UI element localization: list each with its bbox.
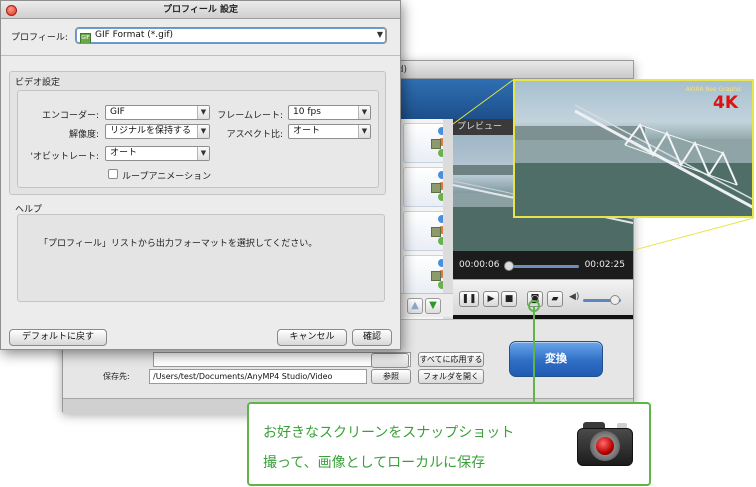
pause-button[interactable]: ❚❚ bbox=[459, 291, 479, 307]
cancel-button[interactable]: キャンセル bbox=[277, 329, 347, 346]
chevron-down-icon: ▼ bbox=[358, 125, 370, 138]
snapshot-folder-icon[interactable]: ▰ bbox=[547, 291, 563, 307]
screenshot-stage: d) ▲ ▼ プレビュー 00:00:06 00:02:25 ❚❚ ▶ ■ ◙ … bbox=[0, 0, 756, 487]
encoder-label: エンコーダー: bbox=[41, 111, 99, 121]
open-folder-button[interactable]: フォルダを開く bbox=[418, 369, 484, 384]
aspect-select[interactable]: オート ▼ bbox=[288, 124, 371, 139]
dialog-divider bbox=[1, 55, 400, 56]
chevron-down-icon: ▼ bbox=[197, 106, 209, 119]
gif-file-icon: GIF bbox=[80, 33, 91, 43]
resolution-value: リジナルを保持する bbox=[110, 126, 192, 136]
aspect-label: アスペクト比: bbox=[226, 130, 283, 140]
snapshot-annotation: お好きなスクリーンをスナップショット 撮って、画像としてローカルに保存 bbox=[247, 402, 651, 486]
bitrate-select[interactable]: オート ▼ bbox=[105, 146, 210, 161]
current-time: 00:00:06 bbox=[459, 260, 500, 270]
save-label: 保存先: bbox=[103, 372, 130, 381]
thumbnail-icon bbox=[431, 139, 441, 149]
framerate-label: フレームレート: bbox=[217, 111, 283, 121]
resolution-select[interactable]: リジナルを保持する ▼ bbox=[105, 124, 210, 139]
zoom-4k-badge: 4K bbox=[712, 93, 738, 113]
framerate-select[interactable]: 10 fps ▼ bbox=[288, 105, 371, 120]
loop-checkbox[interactable] bbox=[108, 169, 118, 179]
bitrate-value: オート bbox=[110, 148, 138, 158]
ok-button[interactable]: 確認 bbox=[352, 329, 392, 346]
bitrate-label: 'オビットレート: bbox=[30, 152, 99, 162]
video-settings-title: ビデオ設定 bbox=[15, 78, 61, 88]
loop-label: ループアニメーション bbox=[122, 172, 212, 182]
convert-button[interactable]: 変換 bbox=[509, 341, 603, 377]
snapshot-camera-icon[interactable]: ◙ bbox=[527, 291, 543, 307]
total-time: 00:02:25 bbox=[584, 260, 625, 270]
framerate-value: 10 fps bbox=[293, 107, 321, 117]
volume-icon: ◀) bbox=[569, 292, 580, 302]
save-path-field[interactable]: /Users/test/Documents/AnyMP4 Studio/Vide… bbox=[149, 369, 367, 384]
thumbnail-icon bbox=[431, 227, 441, 237]
list-nav: ▲ ▼ bbox=[401, 293, 453, 317]
close-icon[interactable] bbox=[6, 5, 17, 16]
next-frame-button[interactable]: ▶ bbox=[483, 291, 499, 307]
help-text: 「プロフィール」リストから出力フォーマットを選択してください。 bbox=[39, 239, 318, 249]
move-down-button[interactable]: ▼ bbox=[425, 298, 441, 314]
annotation-line-2: 撮って、画像としてローカルに保存 bbox=[263, 455, 486, 471]
camera-icon bbox=[577, 420, 633, 466]
seek-slider[interactable] bbox=[505, 265, 579, 268]
resolution-label: 解像度: bbox=[68, 130, 99, 140]
settings-button[interactable] bbox=[371, 353, 409, 368]
seek-slider-handle[interactable] bbox=[503, 261, 514, 271]
aspect-value: オート bbox=[293, 126, 321, 136]
thumbnail-icon bbox=[431, 271, 441, 281]
dialog-title: プロフィール 設定 bbox=[163, 5, 238, 15]
chevron-down-icon: ▼ bbox=[358, 106, 370, 119]
profile-select[interactable]: GIF GIF Format (*.gif) ▼ bbox=[75, 27, 387, 44]
move-up-button[interactable]: ▲ bbox=[407, 298, 423, 314]
list-scrollbar[interactable] bbox=[443, 119, 453, 319]
encoder-value: GIF bbox=[110, 107, 125, 117]
player-controls: ❚❚ ▶ ■ ◙ ▰ ◀) bbox=[453, 279, 633, 315]
annotation-line-1: お好きなスクリーンをスナップショット bbox=[263, 425, 515, 441]
browse-button[interactable]: 参照 bbox=[371, 369, 411, 384]
stop-button[interactable]: ■ bbox=[501, 291, 517, 307]
profile-settings-dialog: プロフィール 設定 プロフィール: GIF GIF Format (*.gif) … bbox=[0, 0, 401, 350]
apply-all-button[interactable]: すべてに応用する bbox=[418, 352, 484, 367]
thumbnail-icon bbox=[431, 183, 441, 193]
zoom-watermark: AKIRA 8ee Graphic bbox=[685, 86, 742, 93]
restore-defaults-button[interactable]: デフォルトに戻す bbox=[9, 329, 107, 346]
chevron-down-icon: ▼ bbox=[197, 125, 209, 138]
help-box bbox=[17, 214, 385, 302]
encoder-select[interactable]: GIF ▼ bbox=[105, 105, 210, 120]
zoom-preview: AKIRA 8ee Graphic 4K bbox=[513, 79, 754, 218]
profile-label: プロフィール: bbox=[11, 33, 68, 43]
dialog-titlebar: プロフィール 設定 bbox=[1, 1, 400, 19]
chevron-down-icon: ▼ bbox=[197, 147, 209, 160]
volume-slider-handle[interactable] bbox=[610, 295, 621, 305]
timebar: 00:00:06 00:02:25 bbox=[453, 251, 633, 279]
chevron-down-icon: ▼ bbox=[376, 30, 384, 39]
profile-value: GIF Format (*.gif) bbox=[95, 30, 174, 40]
